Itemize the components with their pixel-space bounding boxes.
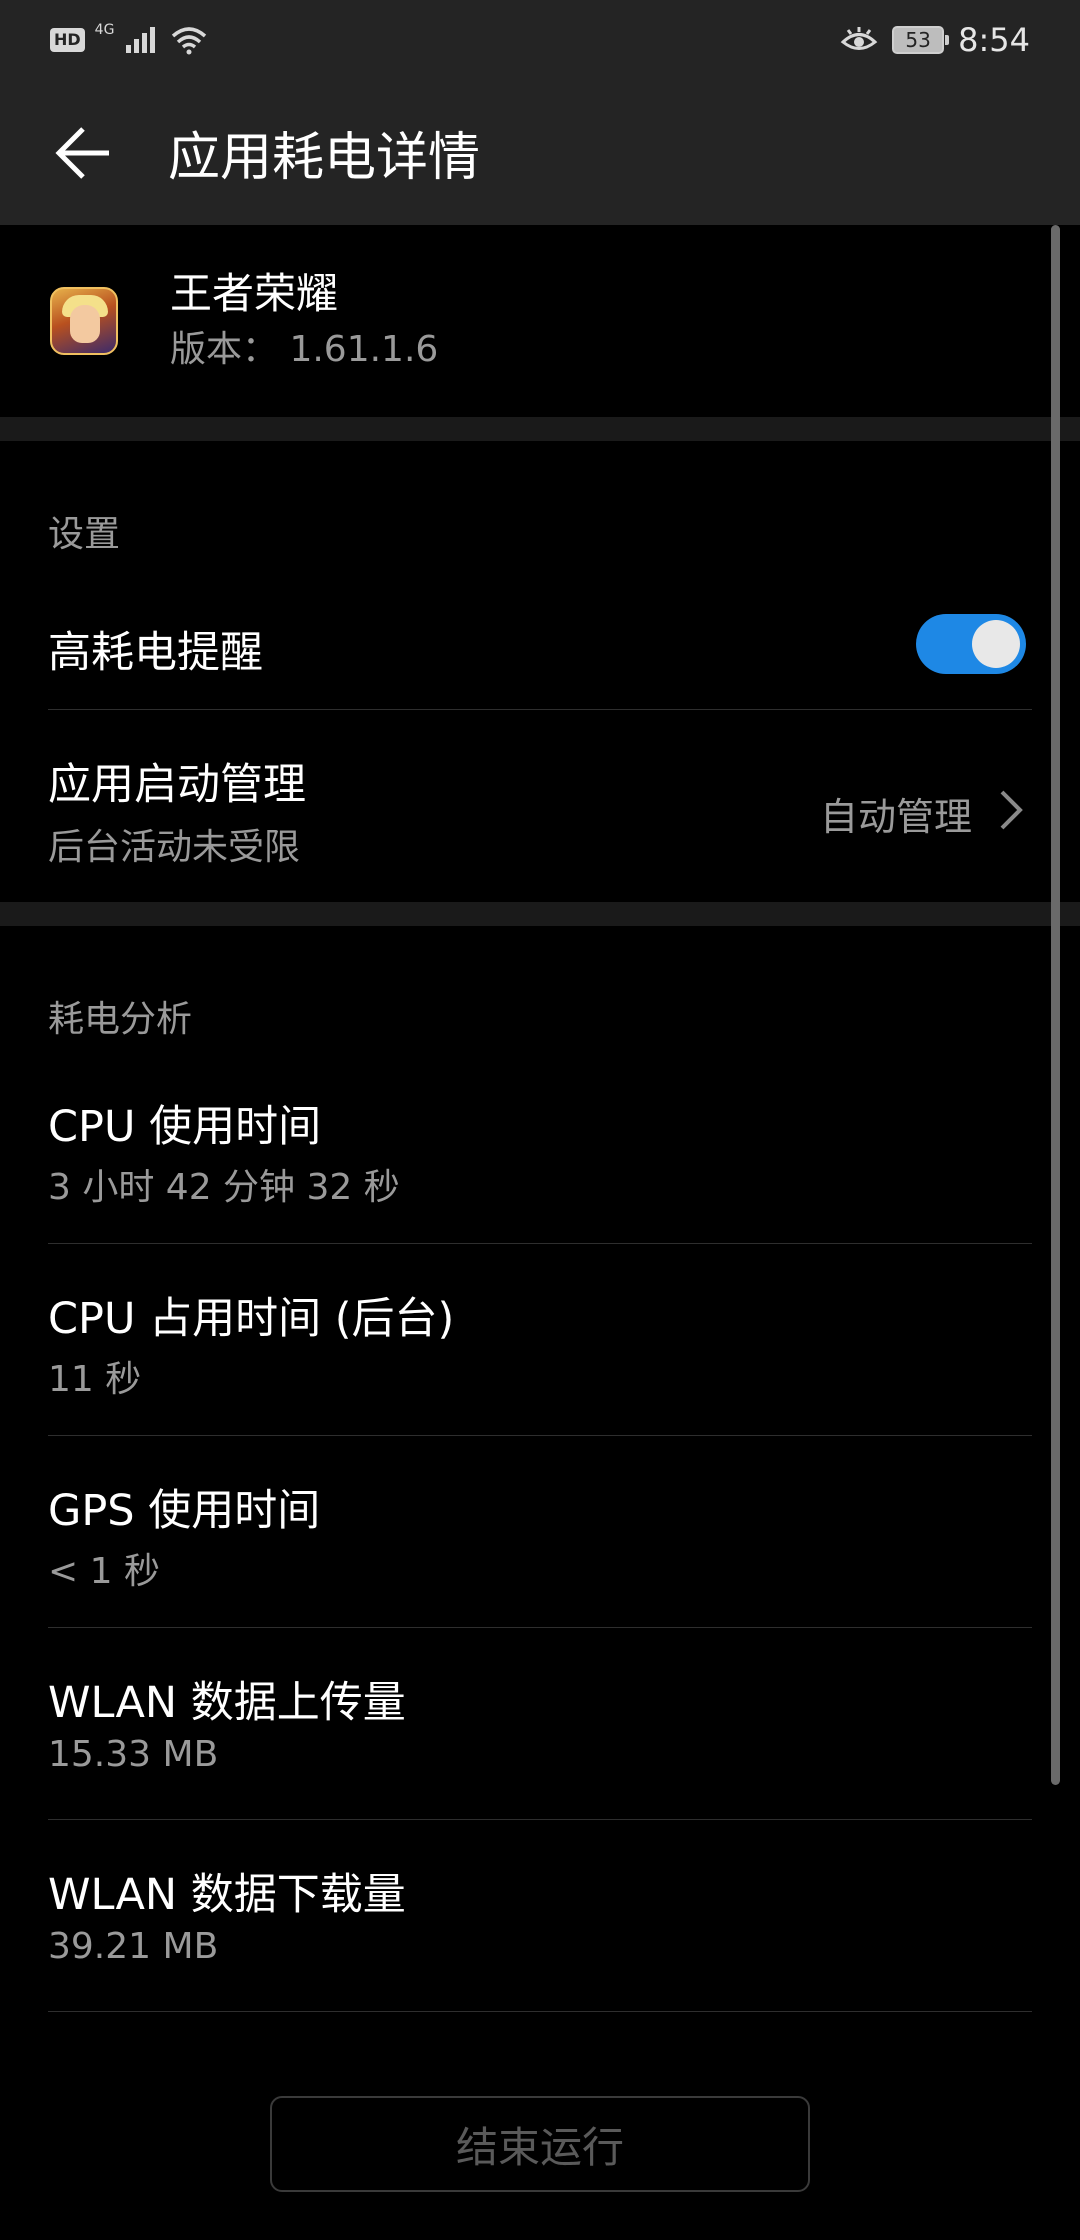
cpu-background-time-label: CPU 占用时间 (后台): [48, 1294, 455, 1344]
high-power-alert-label: 高耗电提醒: [48, 628, 263, 678]
app-info: 王者荣耀 版本： 1.61.1.6: [170, 265, 438, 377]
scrollbar[interactable]: [1051, 225, 1060, 1785]
app-version: 版本： 1.61.1.6: [170, 329, 439, 370]
screen: HD 4G 53 8:54 应用耗电详情 王者荣耀 版本： 1.61.1.6 设…: [0, 0, 1080, 2240]
app-icon: [50, 287, 118, 355]
back-button[interactable]: [38, 108, 128, 198]
end-process-button[interactable]: 结束运行: [270, 2096, 810, 2192]
chevron-right-icon: [1000, 790, 1023, 830]
gps-time-value: < 1 秒: [48, 1551, 160, 1592]
clock: 8:54: [958, 21, 1030, 59]
eye-comfort-icon: [840, 27, 878, 50]
wifi-icon: [172, 27, 207, 55]
gps-time-label: GPS 使用时间: [48, 1486, 321, 1536]
launch-management-value: 自动管理: [819, 795, 972, 839]
app-header: 王者荣耀 版本： 1.61.1.6: [0, 225, 1080, 417]
section-divider: [0, 902, 1080, 926]
toolbar: 应用耗电详情: [0, 80, 1080, 225]
wlan-upload-label: WLAN 数据上传量: [48, 1678, 406, 1728]
launch-management-status: 后台活动未受限: [48, 827, 301, 868]
analysis-item: CPU 使用时间 3 小时 42 分钟 32 秒: [48, 1052, 1032, 1244]
toggle-knob: [972, 620, 1020, 668]
page-title: 应用耗电详情: [168, 128, 481, 188]
analysis-item: WLAN 数据下载量 39.21 MB: [48, 1820, 1032, 2012]
cpu-time-value: 3 小时 42 分钟 32 秒: [48, 1167, 400, 1208]
status-left: HD 4G: [50, 22, 208, 55]
battery-icon: 53: [892, 26, 950, 54]
status-right: 53 8:54: [840, 21, 1030, 59]
cpu-background-time-value: 11 秒: [48, 1359, 142, 1400]
app-name: 王者荣耀: [170, 269, 339, 318]
network-type-label: 4G: [94, 22, 115, 38]
hd-icon: HD: [50, 28, 85, 52]
signal-icon: [126, 27, 156, 53]
launch-management-row[interactable]: 应用启动管理 后台活动未受限 自动管理: [48, 710, 1032, 900]
high-power-alert-toggle[interactable]: [916, 614, 1026, 674]
arrow-left-icon: [55, 126, 109, 179]
battery-level: 53: [905, 28, 931, 52]
analysis-section-title: 耗电分析: [48, 999, 193, 1040]
wlan-download-value: 39.21 MB: [48, 1926, 219, 1967]
section-divider: [0, 417, 1080, 441]
analysis-item: WLAN 数据上传量 15.33 MB: [48, 1628, 1032, 1820]
high-power-alert-row[interactable]: 高耗电提醒: [48, 590, 1032, 710]
wlan-download-label: WLAN 数据下载量: [48, 1870, 406, 1920]
wlan-upload-value: 15.33 MB: [48, 1734, 219, 1775]
launch-management-label: 应用启动管理: [48, 760, 306, 810]
status-bar: HD 4G 53 8:54: [0, 0, 1080, 80]
settings-section-title: 设置: [48, 514, 121, 555]
analysis-item: GPS 使用时间 < 1 秒: [48, 1436, 1032, 1628]
cpu-time-label: CPU 使用时间: [48, 1102, 322, 1152]
analysis-item: CPU 占用时间 (后台) 11 秒: [48, 1244, 1032, 1436]
